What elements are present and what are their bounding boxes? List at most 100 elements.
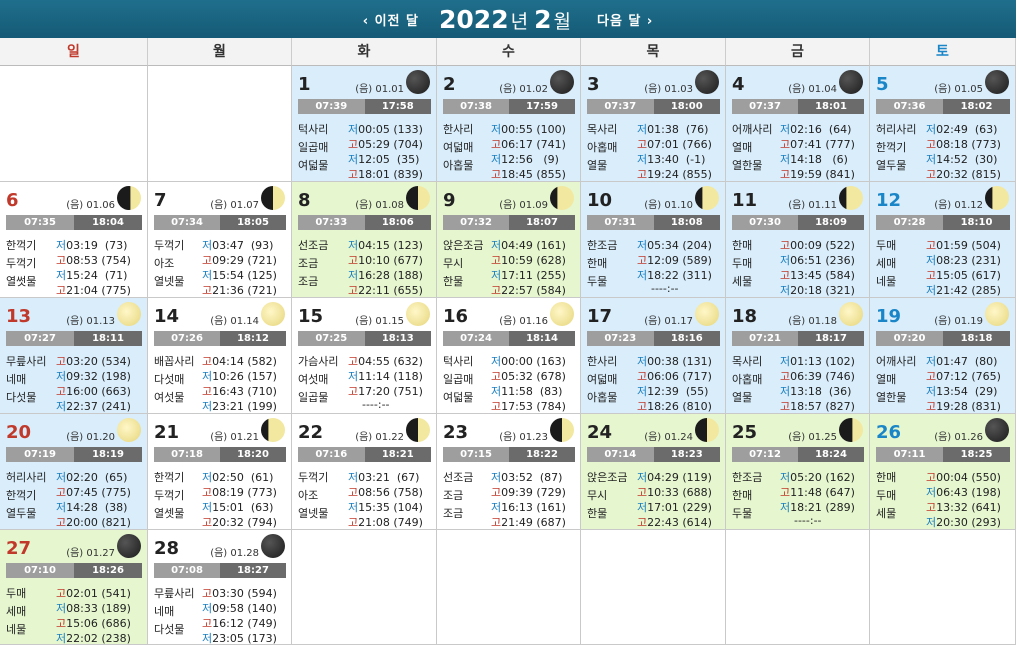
- tide-name: 열썻물: [6, 275, 37, 288]
- day-cell[interactable]: 12 (음) 01.12 07:28 18:10 두매 세매 네물 고01:59 (504) 저…: [870, 182, 1016, 298]
- day-cell[interactable]: 11 (음) 01.11 07:30 18:09 한매 두매 세물 고00:09 (522) 저…: [726, 182, 870, 298]
- tide-type: 고: [56, 516, 67, 529]
- tide-entry: 저11:14 (118): [348, 368, 423, 384]
- tide-value: 08:33 (189): [66, 602, 131, 615]
- day-cell[interactable]: 9 (음) 01.09 07:32 18:07 앉은조금 무시 한물 저04:49 (161)…: [437, 182, 581, 298]
- day-cell[interactable]: 14 (음) 01.14 07:26 18:12 배꼽사리 다섯매 여섯물 고04:14 (5…: [148, 298, 292, 414]
- day-cell[interactable]: 28 (음) 01.28 07:08 18:27 무릎사리 네매 다섯물 고03:30 (59…: [148, 530, 292, 645]
- tide-type: 고: [637, 370, 648, 383]
- tide-name: 네물: [6, 623, 27, 636]
- tide-name: 앉은조금: [443, 239, 484, 252]
- day-cell[interactable]: 13 (음) 01.13 07:27 18:11 무릎사리 네매 다섯물 고03:20 (53…: [0, 298, 148, 414]
- tide-value: 03:21 (67): [358, 471, 420, 484]
- month-title: 2022 년 2 월: [439, 4, 571, 34]
- empty-cell: [870, 530, 1016, 645]
- day-number: 17: [587, 306, 613, 327]
- tide-entry: 고16:43 (710): [202, 383, 277, 399]
- tide-entry: 고09:29 (721): [202, 252, 277, 268]
- day-cell[interactable]: 27 (음) 01.27 07:10 18:26 두매 세매 네물 고02:01 (541) 저…: [0, 530, 148, 645]
- day-number: 16: [443, 306, 469, 327]
- sunrise-time: 07:08: [154, 563, 220, 578]
- day-cell[interactable]: 1 (음) 01.01 07:39 17:58 턱사리 일곱매 여덟물 저00:05 (133…: [292, 66, 437, 182]
- day-cell[interactable]: 4 (음) 01.04 07:37 18:01 어깨사리 열매 열한물 저02:16 (64)…: [726, 66, 870, 182]
- sunset-time: 18:12: [220, 331, 286, 346]
- tide-entry: 저06:51 (236): [780, 252, 855, 268]
- day-cell[interactable]: 5 (음) 01.05 07:36 18:02 허리사리 한꺽기 열두물 저02:49 (63…: [870, 66, 1016, 182]
- sun-times-bar: 07:37 18:00: [587, 99, 720, 114]
- day-cell[interactable]: 22 (음) 01.22 07:16 18:21 두꺽기 아조 열넷물 저03:21 (67)…: [292, 414, 437, 530]
- day-cell[interactable]: 26 (음) 01.26 07:11 18:25 한매 두매 세물 고00:04 (550) 저…: [870, 414, 1016, 530]
- tide-name: 네물: [876, 275, 897, 288]
- day-cell[interactable]: 3 (음) 01.03 07:37 18:00 목사리 아홉매 열물 저01:38 (76) 고…: [581, 66, 726, 182]
- day-cell[interactable]: 7 (음) 01.07 07:34 18:05 두꺽기 아조 열넷물 저03:47 (93) 고…: [148, 182, 292, 298]
- tide-type: 고: [637, 254, 648, 267]
- empty-cell: [581, 530, 726, 645]
- moon-phase-icon: [839, 418, 863, 442]
- day-number: 8: [298, 190, 311, 211]
- tide-name: 한매: [732, 489, 753, 502]
- tide-entry: 저04:29 (119): [637, 469, 712, 485]
- tide-name: 선조금: [298, 239, 329, 252]
- tide-type: 저: [348, 471, 359, 484]
- tide-name: 아조: [154, 257, 175, 270]
- day-cell[interactable]: 15 (음) 01.15 07:25 18:13 가슴사리 여섯매 일곱물 고04:55 (6…: [292, 298, 437, 414]
- lunar-date: (음) 01.14: [210, 316, 259, 327]
- lunar-date: (음) 01.15: [355, 316, 404, 327]
- sunset-time: 17:58: [364, 99, 431, 114]
- day-cell[interactable]: 8 (음) 01.08 07:33 18:06 선조금 조금 조금 저04:15 (123) 고…: [292, 182, 437, 298]
- tide-value: ----:--: [780, 514, 822, 527]
- tide-entry: ----:--: [348, 398, 390, 411]
- sunset-time: 18:11: [74, 331, 142, 346]
- tide-value: 22:37 (241): [66, 400, 131, 413]
- sunrise-time: 07:37: [732, 99, 798, 114]
- tide-name: 여덟물: [443, 391, 474, 404]
- day-cell[interactable]: 19 (음) 01.19 07:20 18:18 어깨사리 열매 열한물 저01:47 (80…: [870, 298, 1016, 414]
- tide-name: 가슴사리: [298, 355, 339, 368]
- day-cell[interactable]: 25 (음) 01.25 07:12 18:24 한조금 한매 두물 저05:20 (162)…: [726, 414, 870, 530]
- tide-type: 저: [56, 501, 67, 514]
- day-cell[interactable]: 6 (음) 01.06 07:35 18:04 한꺽기 두꺽기 열썻물 저03:19 (73)…: [0, 182, 148, 298]
- prev-month-button[interactable]: ‹ 이전 달: [363, 10, 419, 29]
- tide-entry: 고06:06 (717): [637, 368, 712, 384]
- tide-type: 고: [491, 138, 502, 151]
- tide-type: 고: [780, 400, 791, 413]
- day-cell[interactable]: 21 (음) 01.21 07:18 18:20 한꺽기 두꺽기 열셋물 저02:50 (61…: [148, 414, 292, 530]
- day-cell[interactable]: 18 (음) 01.18 07:21 18:17 목사리 아홉매 열물 저01:13 (102…: [726, 298, 870, 414]
- empty-cell: [726, 530, 870, 645]
- lunar-date: (음) 01.03: [644, 84, 693, 95]
- day-cell[interactable]: 20 (음) 01.20 07:19 18:19 허리사리 한꺽기 열두물 저02:20 (6…: [0, 414, 148, 530]
- tide-name: 여섯매: [298, 373, 329, 386]
- sun-times-bar: 07:34 18:05: [154, 215, 286, 230]
- tide-value: 16:12 (749): [212, 617, 277, 630]
- tide-type: 저: [491, 385, 502, 398]
- tide-type: 고: [780, 486, 791, 499]
- tide-entry: 저13:18 (36): [780, 383, 851, 399]
- tide-type: 저: [202, 400, 213, 413]
- day-cell[interactable]: 2 (음) 01.02 07:38 17:59 한사리 여덟매 아홉물 저00:55 (100…: [437, 66, 581, 182]
- sun-times-bar: 07:32 18:07: [443, 215, 575, 230]
- day-cell[interactable]: 16 (음) 01.16 07:24 18:14 턱사리 일곱매 여덟물 저00:00 (16…: [437, 298, 581, 414]
- tide-value: 15:06 (686): [66, 617, 131, 630]
- sunset-time: 18:02: [943, 99, 1010, 114]
- tide-type: 고: [348, 486, 359, 499]
- sunset-time: 18:14: [509, 331, 575, 346]
- day-cell[interactable]: 24 (음) 01.24 07:14 18:23 앉은조금 무시 한물 저04:29 (119…: [581, 414, 726, 530]
- next-month-button[interactable]: 다음 달 ›: [597, 10, 653, 29]
- day-cell[interactable]: 17 (음) 01.17 07:23 18:16 한사리 여덟매 아홉물 저00:38 (13…: [581, 298, 726, 414]
- tide-entry: 고15:06 (686): [56, 615, 131, 631]
- tide-name: 무릎사리: [6, 355, 47, 368]
- tide-value: 19:59 (841): [790, 168, 855, 181]
- day-number: 18: [732, 306, 758, 327]
- day-cell[interactable]: 23 (음) 01.23 07:15 18:22 선조금 조금 조금 저03:52 (87) 고…: [437, 414, 581, 530]
- day-number: 10: [587, 190, 613, 211]
- tide-value: 00:05 (133): [358, 123, 423, 136]
- tide-value: 15:24 (71): [66, 269, 128, 282]
- tide-name: 다섯물: [6, 391, 37, 404]
- tide-entry: 저10:26 (157): [202, 368, 277, 384]
- tide-entry: 고21:04 (775): [56, 282, 131, 297]
- tide-type: 고: [926, 471, 937, 484]
- day-cell[interactable]: 10 (음) 01.10 07:31 18:08 한조금 한매 두물 저05:34 (204)…: [581, 182, 726, 298]
- tide-value: 22:43 (614): [647, 516, 712, 529]
- tide-entry: 고22:43 (614): [637, 514, 712, 529]
- tide-entry: 저00:55 (100): [491, 121, 566, 137]
